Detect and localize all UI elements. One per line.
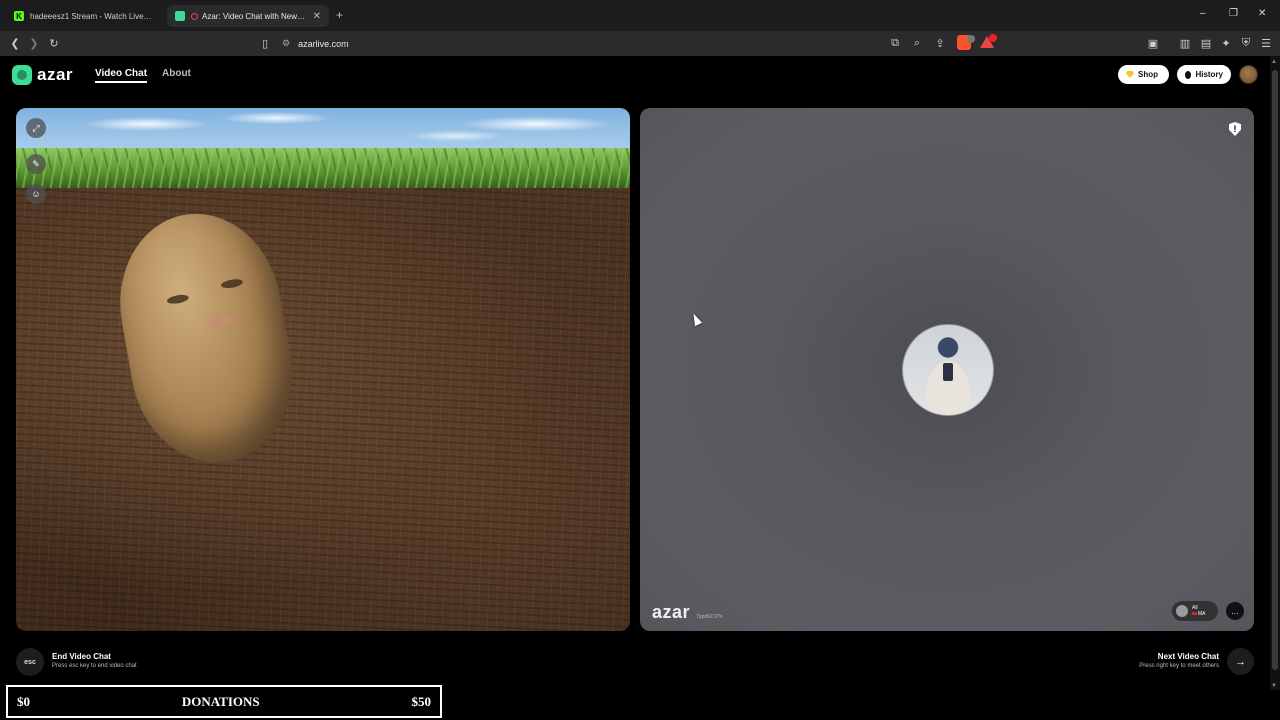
leo-ai-icon[interactable]: ✦ (1219, 36, 1233, 50)
azar-logo[interactable]: azar (12, 65, 73, 85)
shop-button[interactable]: Shop (1118, 65, 1169, 84)
scroll-up-icon[interactable]: ▲ (1271, 59, 1277, 65)
history-icon (1185, 70, 1192, 79)
url-text: azarlive.com (298, 38, 349, 49)
kick-logo-icon: K (14, 11, 24, 21)
azar-logo-icon (12, 65, 32, 85)
filter-grass (16, 148, 630, 188)
flag-icon (1192, 612, 1197, 615)
tab-kick-stream[interactable]: K hadeeesz1 Stream - Watch Live on Kick (6, 5, 161, 27)
azar-logo-icon (175, 11, 185, 21)
donations-goal-bar: $0 DONATIONS $50 (6, 685, 442, 718)
tab-title: hadeeesz1 Stream - Watch Live on Kick (30, 11, 153, 21)
menu-icon[interactable]: ☰ (1259, 36, 1273, 50)
history-label: History (1195, 70, 1223, 79)
bookmark-icon[interactable]: ▯ (258, 36, 272, 50)
gem-icon (1126, 71, 1134, 78)
sidebar-icon[interactable]: ▥ (1178, 36, 1192, 50)
report-shield-icon[interactable]: ! (1229, 122, 1241, 136)
restore-button[interactable]: ❐ (1229, 8, 1238, 19)
donations-label: DONATIONS (181, 693, 260, 709)
potato-eye (220, 277, 244, 290)
filter-soil (16, 180, 630, 631)
zoom-icon[interactable]: ⌕ (910, 36, 924, 50)
donations-max: $50 (411, 693, 432, 709)
next-chat-button[interactable]: → (1227, 648, 1254, 675)
partner-watermark: azar 7ppdSCVTs (652, 602, 722, 623)
region-filter-button[interactable]: All MA (1172, 601, 1218, 621)
history-button[interactable]: History (1177, 65, 1231, 84)
shop-label: Shop (1138, 70, 1158, 79)
open-external-icon[interactable]: ⧉ (888, 36, 902, 50)
tab-azar[interactable]: Azar: Video Chat with New People ✕ (167, 5, 329, 27)
close-window-button[interactable]: ✕ (1258, 8, 1266, 19)
watermark-logo: azar (652, 602, 691, 622)
chat-bubble-icon[interactable]: … (1226, 602, 1244, 620)
forward-icon[interactable]: ❯ (27, 36, 41, 50)
scrollbar-thumb[interactable] (1272, 70, 1278, 670)
address-bar[interactable]: ⚙ azarlive.com (276, 34, 956, 53)
my-video-panel: ⤢ ✎ ☺ (16, 108, 630, 631)
logo-text: azar (37, 65, 74, 84)
next-chat-hint: Press right key to meet others (1139, 663, 1219, 669)
screenshot-icon[interactable]: ▣ (1146, 36, 1160, 50)
magic-wand-icon[interactable]: ✎ (26, 154, 46, 174)
phone-in-photo (943, 363, 953, 381)
expand-icon[interactable]: ⤢ (26, 118, 46, 138)
scroll-down-icon[interactable]: ▼ (1271, 683, 1277, 689)
next-chat-title: Next Video Chat (1157, 652, 1219, 661)
vpn-shield-icon[interactable]: ⛨ (1239, 36, 1253, 50)
share-icon[interactable]: ⇪ (933, 36, 947, 50)
partner-profile-photo (902, 324, 994, 416)
end-chat-title: End Video Chat (52, 652, 111, 661)
page-scrollbar[interactable]: ▲ ▼ (1270, 56, 1280, 690)
user-avatar[interactable] (1239, 65, 1258, 84)
tab-title: Azar: Video Chat with New People (202, 11, 307, 21)
end-chat-hint: Press esc key to end video chat (52, 663, 137, 669)
reload-icon[interactable]: ↻ (47, 36, 61, 50)
filter-text: All MA (1192, 605, 1206, 617)
partner-video-panel: ! azar 7ppdSCVTs All MA … (640, 108, 1254, 631)
end-chat-button[interactable]: esc (16, 648, 44, 676)
site-info-icon[interactable]: ⚙ (282, 38, 290, 49)
shields-count-badge (967, 35, 975, 43)
globe-icon (1176, 605, 1188, 617)
wallet-icon[interactable]: ▤ (1199, 36, 1213, 50)
back-icon[interactable]: ❮ (8, 36, 22, 50)
nav-video-chat[interactable]: Video Chat (95, 68, 148, 83)
sticker-icon[interactable]: ☺ (26, 184, 46, 204)
nav-about[interactable]: About (162, 68, 191, 79)
new-tab-button[interactable]: + (336, 8, 343, 22)
close-tab-icon[interactable]: ✕ (313, 11, 321, 22)
potato-mouth (206, 314, 234, 329)
watermark-id: 7ppdSCVTs (696, 614, 723, 620)
minimize-button[interactable]: – (1200, 8, 1206, 19)
rewards-count-badge (989, 34, 997, 42)
potato-eye (166, 293, 190, 306)
recording-icon (191, 12, 198, 20)
browser-tab-bar: K hadeeesz1 Stream - Watch Live on Kick … (0, 0, 1280, 31)
filter-region: MA (1198, 611, 1206, 617)
donations-min: $0 (17, 693, 30, 709)
browser-toolbar: ❮ ❯ ↻ ▯ ⚙ azarlive.com ⧉ ⌕ ⇪ ▣ ▥ ▤ ✦ ⛨ ☰ (0, 31, 1280, 56)
filter-all: All (1192, 605, 1198, 611)
